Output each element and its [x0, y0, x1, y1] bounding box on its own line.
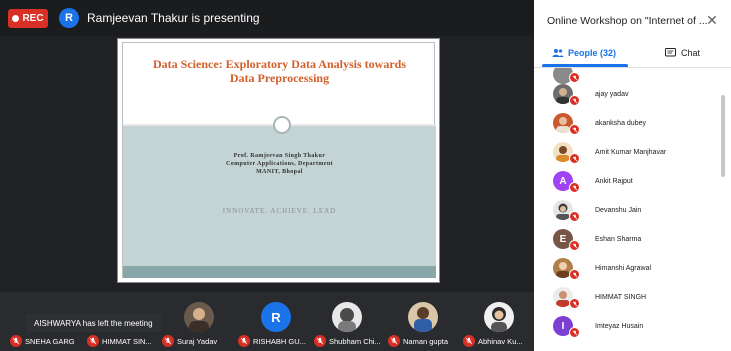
- slide-title: Data Science: Exploratory Data Analysis …: [123, 57, 436, 85]
- tab-people-label: People (32): [567, 48, 616, 58]
- mic-off-icon: [238, 335, 250, 347]
- participant-name-tag: RISHABH GU...: [238, 334, 306, 348]
- mic-off-icon: [314, 335, 326, 347]
- mic-off-icon: [569, 153, 580, 164]
- mic-off-icon: [569, 240, 580, 251]
- close-icon[interactable]: ✕: [704, 12, 720, 28]
- recording-label: REC: [22, 13, 44, 24]
- avatar[interactable]: [408, 302, 438, 332]
- people-icon: [552, 49, 564, 57]
- mic-off-icon: [388, 335, 400, 347]
- list-item[interactable]: akanksha dubey: [534, 109, 720, 138]
- participant-name: akanksha dubey: [595, 120, 646, 127]
- slide-author-line: Prof. Ramjeevan Singh Thakur: [233, 153, 326, 159]
- slide-lower-panel: Prof. Ramjeevan Singh Thakur Computer Ap…: [123, 126, 436, 266]
- participant-name-tag: SNEHA GARG: [10, 334, 75, 348]
- recording-badge: REC: [8, 9, 48, 28]
- people-panel: Online Workshop on "Internet of ... ✕ Pe…: [534, 0, 731, 351]
- mic-off-icon: [463, 335, 475, 347]
- panel-title: Online Workshop on "Internet of ...: [547, 15, 708, 27]
- participant-name: SNEHA GARG: [25, 336, 75, 346]
- participant-name-tag: Suraj Yadav: [162, 334, 217, 348]
- list-item[interactable]: HIMMAT SINGH: [534, 283, 720, 312]
- list-item[interactable]: Devanshu Jain: [534, 196, 720, 225]
- participant-name: ajay yadav: [595, 91, 629, 98]
- participant-name: Eshan Sharma: [595, 236, 642, 243]
- list-item[interactable]: E Eshan Sharma: [534, 225, 720, 254]
- participant-name-tag: Shubham Chi...: [314, 334, 381, 348]
- mic-off-icon: [569, 269, 580, 280]
- slide-author-line: Computer Applications, Department: [226, 161, 333, 167]
- avatar[interactable]: [484, 302, 514, 332]
- participant-name-tag: Naman gupta: [388, 334, 448, 348]
- avatar[interactable]: R: [261, 302, 291, 332]
- list-item[interactable]: Himanshi Agrawal: [534, 254, 720, 283]
- tab-chat-label: Chat: [680, 48, 700, 58]
- mic-off-icon: [569, 95, 580, 106]
- list-item[interactable]: A Ankit Rajput: [534, 167, 720, 196]
- participant-name: Devanshu Jain: [595, 207, 642, 214]
- notification-toast: AISHWARYA has left the meeting: [26, 314, 161, 332]
- participant-name: Himanshi Agrawal: [595, 265, 652, 272]
- list-item[interactable]: ajay yadav: [534, 80, 720, 109]
- tab-chat[interactable]: Chat: [634, 38, 731, 68]
- people-list: ajay yadav akanksha dubey Amit Kumar Man…: [534, 68, 731, 351]
- avatar[interactable]: [332, 302, 362, 332]
- mic-off-icon: [569, 124, 580, 135]
- mic-off-icon: [569, 182, 580, 193]
- slide-footer-band: [123, 266, 436, 278]
- top-bar: REC R Ramjeevan Thakur is presenting: [0, 0, 534, 36]
- participant-name: Shubham Chi...: [329, 336, 381, 346]
- mic-off-icon: [569, 211, 580, 222]
- participant-name: HIMMAT SINGH: [595, 294, 647, 301]
- participant-name: HIMMAT SIN...: [102, 336, 152, 346]
- chat-icon: [664, 48, 676, 57]
- participant-name: Amit Kumar Manjhavar: [595, 149, 667, 156]
- record-dot-icon: [12, 15, 20, 22]
- mic-off-icon: [10, 335, 22, 347]
- participant-name: Suraj Yadav: [177, 336, 218, 346]
- list-item[interactable]: I Imteyaz Husain: [534, 312, 720, 341]
- participant-name: Ankit Rajput: [595, 178, 633, 185]
- presenter-status: Ramjeevan Thakur is presenting: [87, 11, 260, 25]
- presentation-stage: REC R Ramjeevan Thakur is presenting Dat…: [0, 0, 534, 351]
- participant-name: Imteyaz Husain: [595, 323, 644, 330]
- participant-name: Abhinav Ku...: [478, 336, 523, 346]
- avatar[interactable]: [184, 302, 214, 332]
- slide-title-line: Data Science: Exploratory Data Analysis …: [153, 57, 406, 71]
- participant-name: RISHABH GU...: [253, 336, 306, 346]
- participant-name: Naman gupta: [403, 336, 449, 346]
- slide-tagline: INNOVATE. ACHIEVE. LEAD: [222, 207, 337, 215]
- avatar: R: [59, 8, 79, 28]
- mic-off-icon: [569, 298, 580, 309]
- slide-author-line: MANIT, Bhopal: [256, 169, 303, 175]
- scrollbar[interactable]: [721, 95, 725, 177]
- slide-title-line: Data Preprocessing: [229, 71, 330, 85]
- participant-name-tag: HIMMAT SIN...: [87, 334, 152, 348]
- mic-off-icon: [569, 327, 580, 338]
- slide-circle-ornament: [273, 116, 291, 134]
- meet-window: REC R Ramjeevan Thakur is presenting Dat…: [0, 0, 731, 351]
- slide-frame: Data Science: Exploratory Data Analysis …: [122, 42, 436, 278]
- shared-slide: Data Science: Exploratory Data Analysis …: [117, 38, 440, 283]
- slide-author-block: Prof. Ramjeevan Singh Thakur Computer Ap…: [123, 152, 436, 176]
- mic-off-icon: [162, 335, 174, 347]
- mic-off-icon: [87, 335, 99, 347]
- participant-name-tag: Abhinav Ku...: [463, 334, 523, 348]
- list-item[interactable]: Amit Kumar Manjhavar: [534, 138, 720, 167]
